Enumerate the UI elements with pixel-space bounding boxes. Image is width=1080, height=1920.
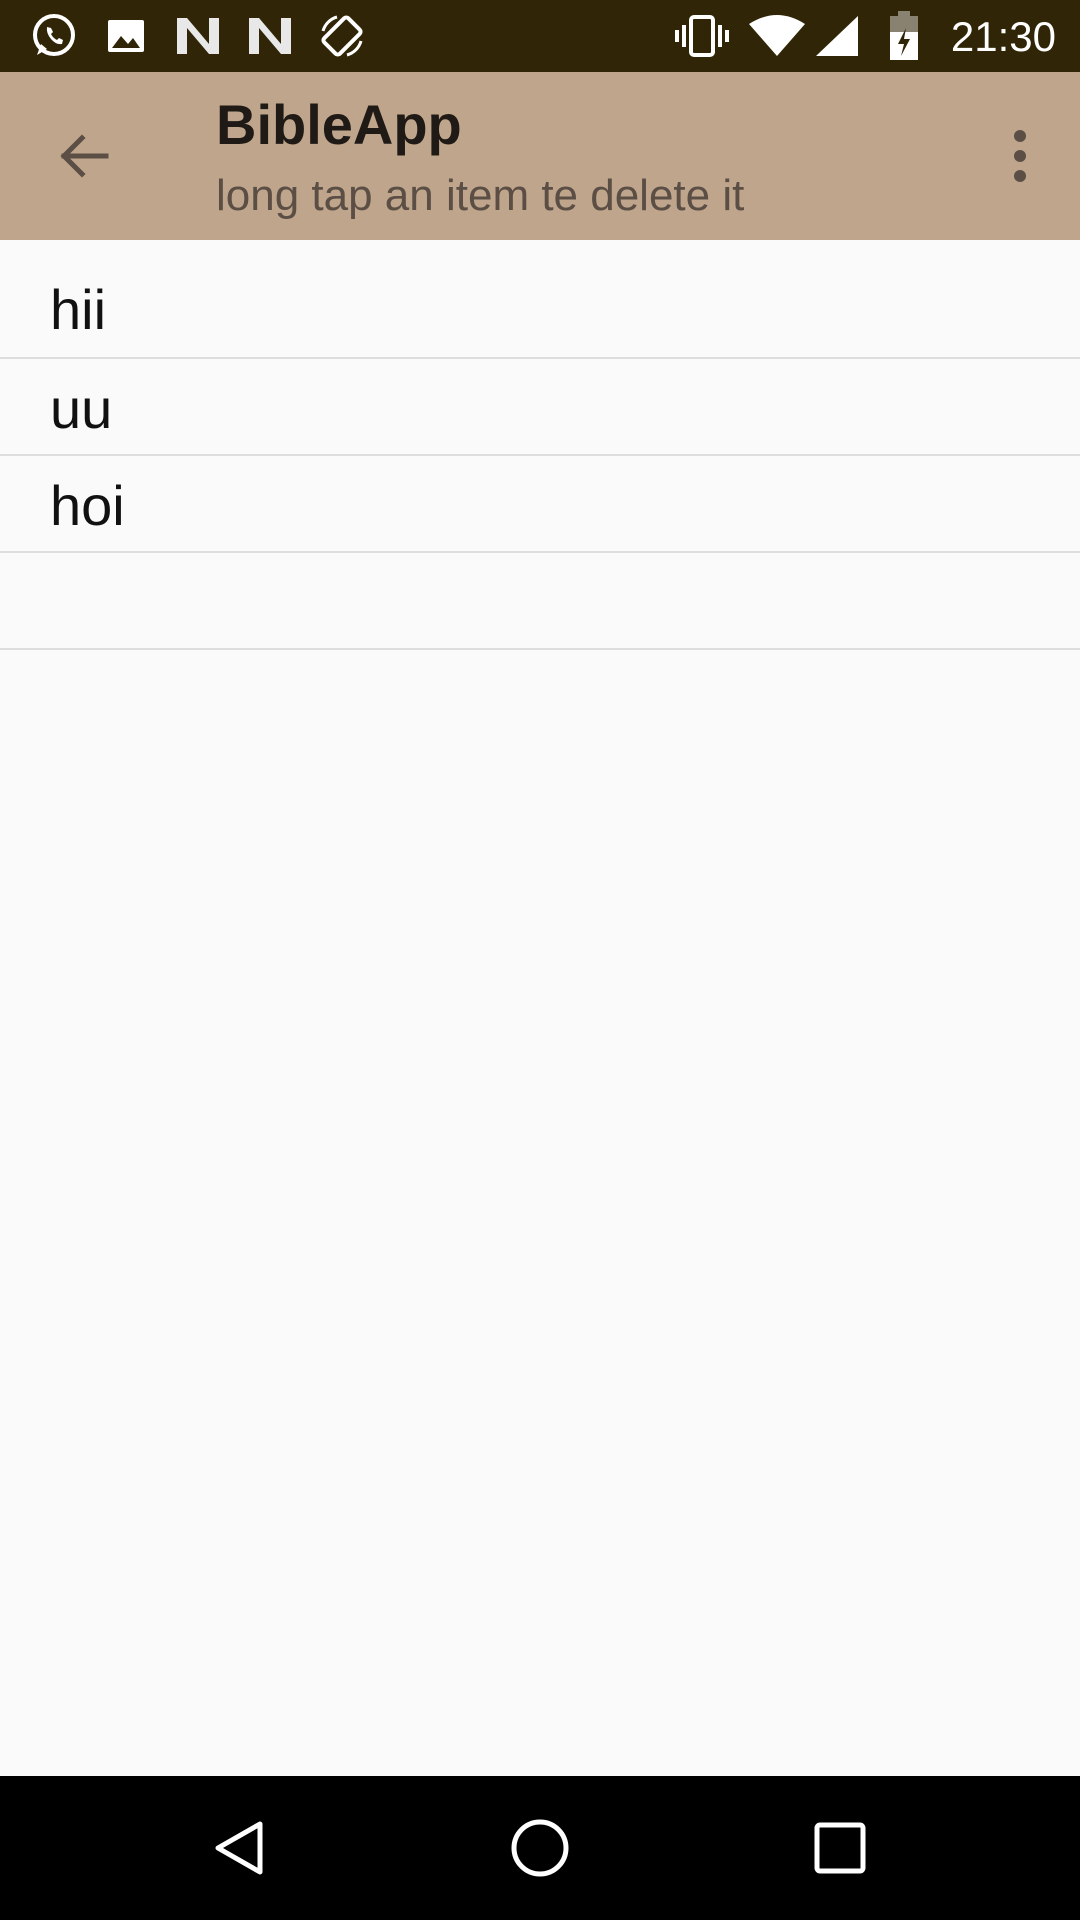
item-list: hii uu hoi [0, 240, 1080, 650]
nav-recents-button[interactable] [760, 1776, 920, 1920]
recents-square-icon [814, 1822, 866, 1874]
n-notification-icon [174, 0, 222, 72]
back-button[interactable] [36, 108, 132, 204]
wifi-icon [746, 0, 808, 72]
gallery-icon [104, 0, 148, 72]
vibrate-icon [674, 0, 730, 72]
list-item-label: uu [50, 377, 113, 440]
more-vert-icon [1014, 130, 1026, 182]
back-triangle-icon [215, 1821, 263, 1875]
nav-back-button[interactable] [160, 1776, 320, 1920]
whatsapp-icon [24, 0, 84, 72]
arrow-back-icon [60, 134, 109, 178]
list-item[interactable] [0, 553, 1080, 650]
battery-charging-icon [884, 0, 924, 72]
list-item[interactable]: uu [0, 359, 1080, 456]
nav-home-button[interactable] [460, 1776, 620, 1920]
status-time: 21:30 [950, 13, 1056, 60]
list-item[interactable]: hii [0, 240, 1080, 359]
n-notification-icon [246, 0, 294, 72]
list-item-label: hii [50, 278, 107, 341]
signal-icon [812, 0, 862, 72]
home-circle-icon [511, 1819, 569, 1877]
list-item-label: hoi [50, 474, 125, 537]
page-title: BibleApp [216, 93, 462, 156]
page-subtitle: long tap an item te delete it [216, 171, 745, 220]
system-nav-bar [0, 1776, 1080, 1920]
auto-rotate-icon [318, 0, 366, 72]
status-bar: 21:30 [0, 0, 1080, 72]
overflow-menu-button[interactable] [972, 108, 1068, 204]
list-item[interactable]: hoi [0, 456, 1080, 553]
app-bar: BibleApp long tap an item te delete it [0, 72, 1080, 240]
